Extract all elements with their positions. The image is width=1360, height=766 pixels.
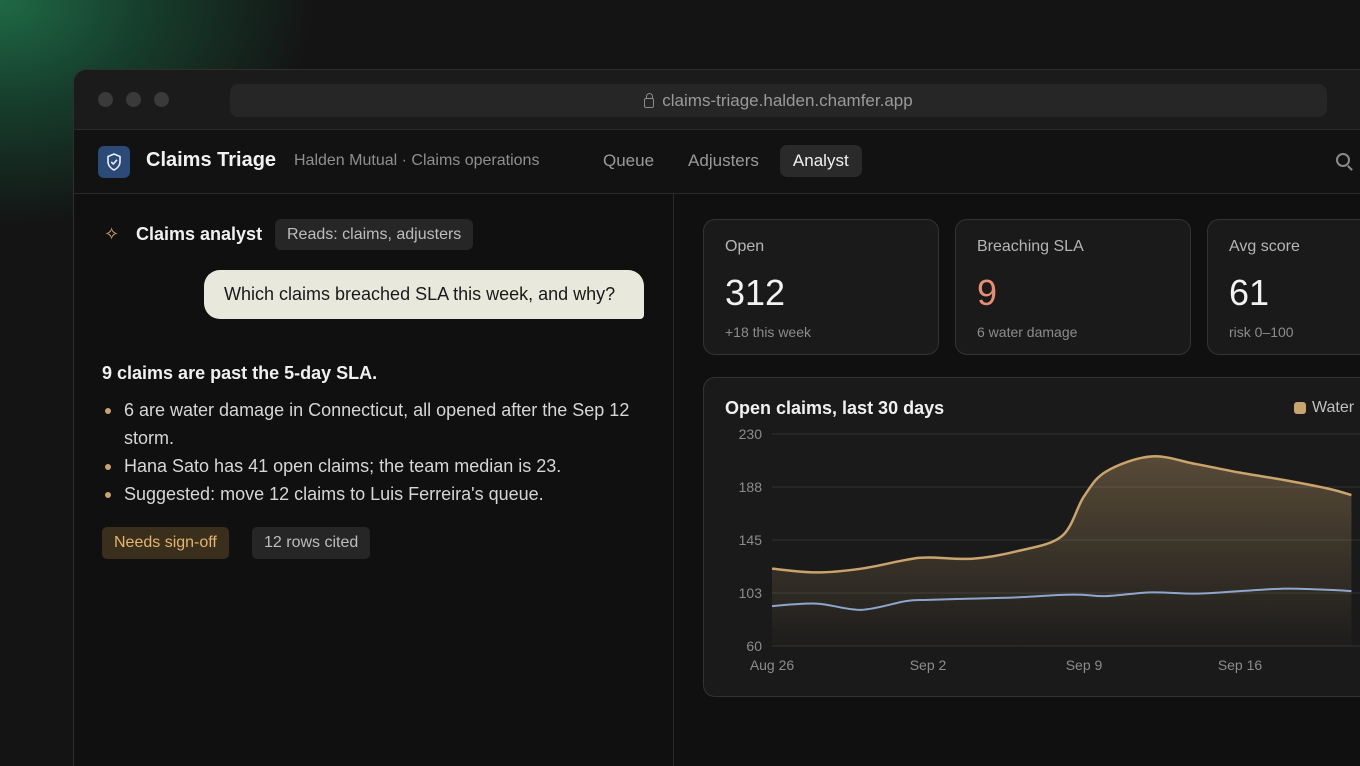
analyst-panel: ✧ Claims analyst Reads: claims, adjuster… (74, 194, 674, 766)
list-item: Hana Sato has 41 open claims; the team m… (102, 452, 647, 480)
browser-window: claims-triage.halden.chamfer.app Claims … (73, 69, 1360, 766)
kpi-sub: risk 0–100 (1229, 324, 1294, 340)
maximize-window-button[interactable] (154, 92, 169, 107)
minimize-window-button[interactable] (126, 92, 141, 107)
nav-analyst[interactable]: Analyst (779, 145, 862, 177)
answer-list: 6 are water damage in Connecticut, all o… (102, 396, 647, 508)
y-tick-label: 103 (739, 585, 763, 601)
lock-icon (644, 92, 655, 108)
search-icon[interactable] (1336, 153, 1350, 167)
y-tick-label: 60 (746, 638, 762, 654)
close-window-button[interactable] (98, 92, 113, 107)
url-text: claims-triage.halden.chamfer.app (662, 90, 913, 110)
list-item: Suggested: move 12 claims to Luis Ferrei… (102, 480, 647, 508)
y-tick-label: 230 (739, 426, 763, 442)
x-tick-label: Sep 9 (1066, 657, 1103, 673)
y-tick-label: 188 (739, 479, 763, 495)
x-tick-label: Aug 26 (750, 657, 795, 673)
kpi-value: 61 (1229, 272, 1270, 313)
kpi-value: 312 (725, 272, 786, 313)
needs-signoff-button[interactable]: Needs sign-off (102, 527, 229, 559)
shield-icon (98, 146, 130, 178)
kpi-label: Breaching SLA (977, 238, 1084, 255)
app-header: Claims Triage Halden Mutual · Claims ope… (74, 130, 1360, 194)
rows-cited-button[interactable]: 12 rows cited (252, 527, 371, 559)
browser-titlebar: claims-triage.halden.chamfer.app (74, 70, 1360, 130)
nav-queue[interactable]: Queue (590, 145, 667, 177)
y-tick-label: 145 (739, 532, 763, 548)
nav-adjusters[interactable]: Adjusters (675, 145, 772, 177)
kpi-sub: 6 water damage (977, 324, 1078, 340)
list-item: 6 are water damage in Connecticut, all o… (102, 396, 647, 452)
kpi-open: Open 312 +18 this week (703, 219, 939, 355)
chart-plot: 230 188 145 103 60 Aug 26 Sep 2 Sep 9 Sep 16 (739, 426, 1360, 673)
x-tick-label: Sep 2 (910, 657, 947, 673)
kpi-sub: +18 this week (725, 324, 811, 340)
kpi-breaching-sla: Breaching SLA 9 6 water damage (955, 219, 1191, 355)
open-claims-chart: Open claims, last 30 days Water 230 188 14… (703, 377, 1360, 697)
kpi-label: Avg score (1229, 238, 1300, 255)
reads-badge: Reads: claims, adjusters (275, 219, 474, 250)
kpi-value: 9 (977, 272, 998, 313)
main-nav: Queue Adjusters Analyst (590, 145, 862, 177)
app-subtitle: Halden Mutual · Claims operations (294, 152, 540, 169)
analyst-title: Claims analyst (136, 224, 263, 244)
answer-heading: 9 claims are past the 5-day SLA. (102, 363, 378, 383)
kpi-avg-score: Avg score 61 risk 0–100 (1207, 219, 1360, 355)
address-bar[interactable]: claims-triage.halden.chamfer.app (230, 84, 1327, 117)
x-tick-label: Sep 16 (1218, 657, 1263, 673)
kpi-label: Open (725, 238, 765, 255)
app-title: Claims Triage (146, 149, 277, 171)
user-message: Which claims breached SLA this week, and… (204, 270, 644, 319)
series-area-water (772, 456, 1352, 646)
sparkle-icon: ✧ (104, 224, 120, 244)
